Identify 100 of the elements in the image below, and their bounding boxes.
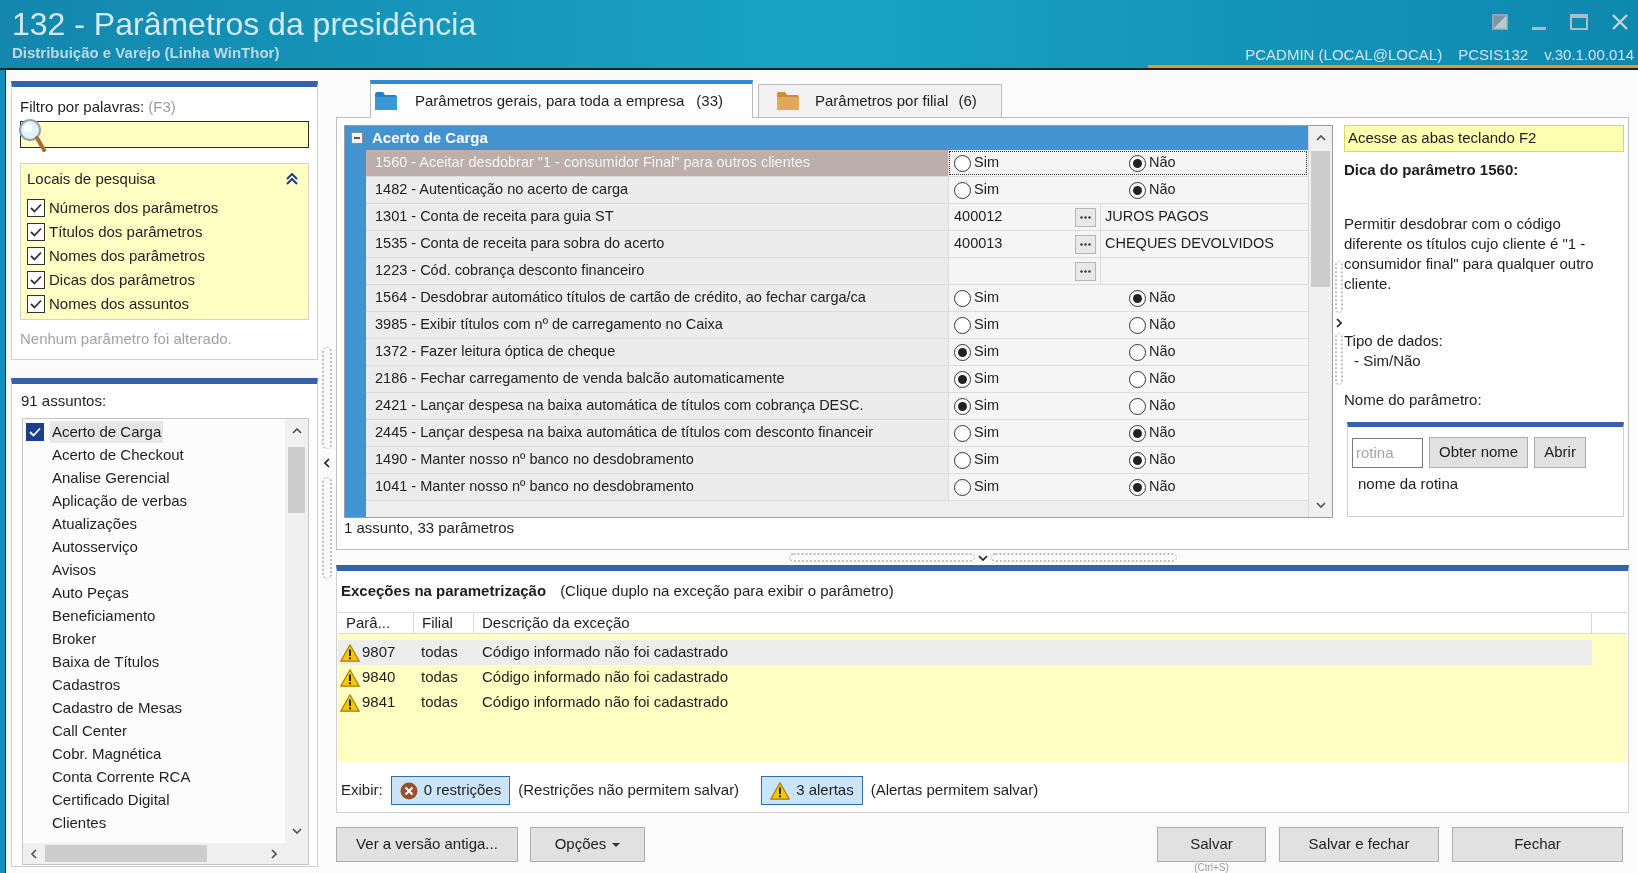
lookup-button[interactable] (1075, 234, 1096, 254)
old-version-button[interactable]: Ver a versão antiga... (336, 827, 518, 862)
table-cell-text: todas (420, 642, 459, 663)
subject-item[interactable]: Cobr. Magnética (50, 742, 164, 765)
radio-button[interactable] (1129, 451, 1146, 469)
radio-button[interactable] (1129, 370, 1146, 388)
chevron-right-icon[interactable] (271, 848, 277, 859)
chevron-down-icon[interactable] (291, 828, 302, 834)
column-header[interactable]: Descrição da exceção (474, 613, 1592, 633)
radio-button[interactable] (1129, 316, 1146, 334)
lookup-description: JUROS PAGOS (1105, 207, 1209, 227)
code-value[interactable]: 400012 (954, 206, 1003, 228)
subject-item[interactable]: Beneficiamento (50, 604, 158, 627)
code-value[interactable]: 400013 (954, 233, 1003, 255)
routine-name: nome da rotina (1357, 475, 1460, 493)
radio-button[interactable] (954, 397, 971, 415)
minus-box-icon[interactable] (351, 132, 363, 144)
chevron-down-icon[interactable] (977, 554, 988, 561)
chevron-up-icon[interactable] (291, 428, 302, 434)
scrollbar[interactable] (285, 419, 308, 843)
table-cell-text: Código informado não foi cadastrado (481, 692, 728, 713)
subject-item[interactable]: Auto Peças (50, 581, 131, 604)
scrollbar-thumb[interactable] (1311, 151, 1330, 287)
tab[interactable]: Parâmetros por filial (6) (758, 84, 1002, 117)
chevron-up-icon[interactable] (1315, 135, 1326, 141)
radio-label: Não (1149, 153, 1176, 173)
radio-button[interactable] (954, 154, 971, 172)
subject-item[interactable]: Call Center (50, 719, 130, 742)
subject-item[interactable]: Acerto de Carga (50, 420, 164, 443)
scrollbar[interactable] (1308, 126, 1332, 517)
table-row[interactable]: 9807 todas Código informado não foi cadastrado (338, 640, 1592, 665)
subject-item[interactable]: Atualizações (50, 512, 140, 535)
checkbox[interactable] (27, 247, 45, 265)
subjects-count: 91 assuntos: (21, 392, 108, 410)
subject-item[interactable]: Cadastros (50, 673, 123, 696)
open-button[interactable]: Abrir (1534, 437, 1586, 468)
radio-button[interactable] (1129, 397, 1146, 415)
close-icon[interactable] (1612, 14, 1628, 30)
program-code: PCSIS132 (1458, 46, 1529, 64)
chevron-left-icon[interactable] (324, 458, 330, 468)
filter-toggle[interactable]: 3 alertas (761, 776, 863, 805)
chevron-down-icon[interactable] (1315, 502, 1326, 508)
lookup-button[interactable] (1075, 207, 1096, 227)
splitter-grip[interactable] (322, 347, 332, 449)
lookup-button[interactable] (1075, 261, 1096, 281)
subject-item[interactable]: Certificado Digital (50, 788, 172, 811)
checkbox[interactable] (27, 295, 45, 313)
checkbox[interactable] (27, 223, 45, 241)
table-cell-text: 9841 (362, 692, 396, 713)
window-title: 132 - Parâmetros da presidência (12, 5, 477, 44)
subject-item[interactable]: Acerto de Checkout (50, 443, 186, 466)
version-label: v.30.1.00.014 (1544, 46, 1634, 64)
chevron-right-icon[interactable] (1335, 318, 1342, 328)
hint-description: Permitir desdobrar com o código diferente os títulos cujo cliente é "1 - consumidor final" para qualquer outro cliente. (1344, 214, 1595, 294)
radio-button[interactable] (954, 343, 971, 361)
subject-item[interactable]: Autosserviço (50, 535, 140, 558)
options-button[interactable]: Opções (530, 827, 645, 862)
table-row[interactable]: 9840 todas Código informado não foi cadastrado (338, 665, 1592, 690)
get-name-button[interactable]: Obter nome (1429, 437, 1529, 468)
checkbox[interactable] (26, 422, 44, 441)
double-chevron-up-icon[interactable] (286, 173, 298, 185)
subject-item[interactable]: Broker (50, 627, 99, 650)
scrollbar-thumb[interactable] (45, 845, 207, 862)
radio-button[interactable] (1129, 478, 1146, 496)
subject-item[interactable]: Aplicação de verbas (50, 489, 190, 512)
splitter-grip[interactable] (322, 477, 332, 579)
checkbox[interactable] (27, 199, 45, 217)
filter-toggle[interactable]: 0 restrições (390, 776, 511, 805)
subject-item[interactable]: Baixa de Títulos (50, 650, 162, 673)
column-header[interactable]: Filial (414, 613, 474, 633)
chevron-left-icon[interactable] (31, 848, 37, 859)
save-button[interactable]: Salvar (1157, 827, 1266, 862)
close-button[interactable]: Fechar (1452, 827, 1623, 862)
checkbox[interactable] (27, 271, 45, 289)
column-header[interactable]: Parâ... (338, 613, 414, 633)
radio-button[interactable] (954, 478, 971, 496)
table-row[interactable]: 9841 todas Código informado não foi cadastrado (338, 690, 1592, 715)
scrollbar-thumb[interactable] (288, 447, 305, 513)
subject-item[interactable]: Avisos (50, 558, 98, 581)
ellipsis-icon (1080, 215, 1091, 219)
subject-item[interactable]: Clientes (50, 811, 109, 834)
radio-button[interactable] (1129, 154, 1146, 172)
scrollbar[interactable] (23, 843, 308, 864)
routine-field[interactable]: rotina (1352, 437, 1423, 468)
radio-button[interactable] (1129, 343, 1146, 361)
subject-item[interactable]: Analise Gerencial (50, 466, 172, 489)
save-close-button[interactable]: Salvar e fechar (1279, 827, 1439, 862)
radio-button[interactable] (1129, 424, 1146, 442)
radio-button[interactable] (1129, 289, 1146, 307)
radio-button[interactable] (954, 370, 971, 388)
error-icon (399, 781, 418, 800)
tab[interactable]: Parâmetros gerais, para toda a empresa (33) (370, 80, 753, 118)
radio-button[interactable] (954, 316, 971, 334)
radio-button[interactable] (954, 181, 971, 199)
radio-button[interactable] (1129, 181, 1146, 199)
subject-item[interactable]: Cadastro de Mesas (50, 696, 185, 719)
radio-button[interactable] (954, 424, 971, 442)
subject-item[interactable]: Conta Corrente RCA (50, 765, 193, 788)
radio-button[interactable] (954, 451, 971, 469)
radio-button[interactable] (954, 289, 971, 307)
